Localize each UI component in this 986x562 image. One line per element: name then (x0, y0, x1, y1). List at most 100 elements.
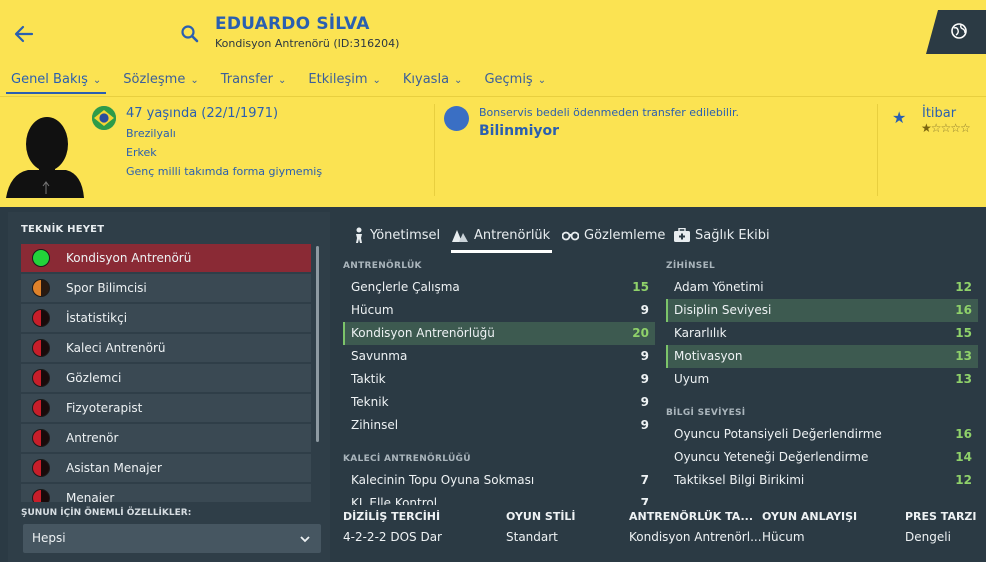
tab-coaching[interactable]: Antrenörlük (451, 219, 552, 253)
transfer-status-icon (444, 106, 469, 131)
attribute-row-highlighted[interactable]: Motivasyon 13 (666, 345, 978, 368)
medical-kit-icon (674, 228, 690, 242)
attribute-name: Disiplin Seviyesi (674, 303, 772, 317)
suitability-dot-icon (32, 309, 50, 327)
attribute-row[interactable]: Teknik 9 (343, 391, 655, 414)
attribute-name: Kondisyon Antrenörlüğü (351, 326, 495, 340)
pref-formation-label: DİZİLİŞ TERCİHİ (343, 510, 441, 523)
chevron-down-icon: ⌄ (92, 75, 102, 86)
chevron-down-icon: ⌄ (190, 75, 199, 86)
tab-management[interactable]: Yönetimsel (353, 219, 440, 251)
mental-attributes: Adam Yönetimi 12 Disiplin Seviyesi 16 Kara… (666, 276, 978, 391)
search-icon[interactable] (180, 24, 200, 44)
avatar-silhouette-icon (6, 117, 84, 198)
pref-pressing-value: Dengeli (905, 530, 951, 544)
gender: Erkek (126, 146, 157, 159)
attribute-name: Uyum (674, 372, 710, 386)
staff-item-label: Menajer (66, 491, 115, 502)
staff-panel: TEKNİK HEYET Kondisyon Antrenörü Spor Bi… (8, 212, 330, 562)
staff-item-physio[interactable]: Fizyoterapist (21, 394, 311, 422)
attribute-row[interactable]: Uyum 13 (666, 368, 978, 391)
attribute-row-highlighted[interactable]: Disiplin Seviyesi 16 (666, 299, 978, 322)
staff-item-sports-scientist[interactable]: Spor Bilimcisi (21, 274, 311, 302)
tab-compare[interactable]: Kıyasla ⌄ (392, 70, 474, 94)
attribute-name: Gençlerle Çalışma (351, 280, 460, 294)
attribute-row[interactable]: Oyuncu Potansiyeli Değerlendirme 16 (666, 423, 978, 446)
tab-interaction[interactable]: Etkileşim ⌄ (297, 70, 392, 94)
staff-item-scout[interactable]: Gözlemci (21, 364, 311, 392)
profile-header: EDUARDO SİLVA Kondisyon Antrenörü (ID:31… (0, 0, 986, 207)
attribute-value: 7 (640, 496, 649, 505)
tab-scouting[interactable]: Gözlemleme (562, 219, 665, 251)
pref-mentality-value: Hücum (762, 530, 805, 544)
figure-icon (356, 227, 362, 243)
pref-play-style-label: OYUN STİLİ (506, 510, 576, 523)
tab-overview[interactable]: Genel Bakış ⌄ (0, 70, 112, 94)
attribute-name: Kararlılık (674, 326, 727, 340)
attribute-name: Savunma (351, 349, 408, 363)
tab-label: Kıyasla (402, 72, 450, 87)
dropdown-value: Hepsi (32, 531, 66, 545)
attribute-row[interactable]: Hücum 9 (343, 299, 655, 322)
attribute-value: 13 (955, 349, 972, 363)
tab-history[interactable]: Geçmiş ⌄ (473, 70, 557, 94)
staff-item-analyst[interactable]: İstatistikçi (21, 304, 311, 332)
staff-item-fitness-coach[interactable]: Kondisyon Antrenörü (21, 244, 311, 272)
globe-button[interactable] (926, 10, 986, 54)
pref-mentality-label: OYUN ANLAYIŞI (762, 510, 858, 523)
attribute-row[interactable]: Savunma 9 (343, 345, 655, 368)
tab-transfer[interactable]: Transfer ⌄ (210, 70, 298, 94)
attribute-row[interactable]: KL Elle Kontrol 7 (343, 492, 655, 505)
staff-item-gk-coach[interactable]: Kaleci Antrenörü (21, 334, 311, 362)
staff-item-coach[interactable]: Antrenör (21, 424, 311, 452)
globe-icon (951, 23, 967, 39)
nationality[interactable]: Brezilyalı (126, 127, 322, 140)
staff-item-manager[interactable]: Menajer (21, 484, 311, 502)
chevron-down-icon: ⌄ (454, 75, 463, 86)
staff-list-scrollbar[interactable] (316, 246, 319, 442)
important-attributes-dropdown[interactable]: Hepsi (23, 524, 321, 553)
staff-item-label: Kondisyon Antrenörü (66, 251, 192, 265)
attribute-value: 14 (955, 450, 972, 464)
attribute-row[interactable]: Adam Yönetimi 12 (666, 276, 978, 299)
staff-item-assistant-manager[interactable]: Asistan Menajer (21, 454, 311, 482)
tab-contract[interactable]: Sözleşme ⌄ (112, 70, 209, 94)
tab-label: Yönetimsel (370, 227, 441, 243)
gk-coaching-attributes: Kalecinin Topu Oyuna Sokması 7 KL Elle Ko… (343, 469, 655, 505)
coaching-attributes: Gençlerle Çalışma 15 Hücum 9 Kondisyon Ant… (343, 276, 655, 437)
important-attributes-label: ŞUNUN İÇİN ÖNEMLİ ÖZELLİKLER: (21, 508, 192, 518)
attribute-name: Teknik (351, 395, 389, 409)
tab-medical[interactable]: Sağlık Ekibi (674, 219, 770, 251)
binoculars-icon (562, 231, 579, 241)
attribute-name: Adam Yönetimi (674, 280, 764, 294)
divider (434, 104, 435, 196)
age-birthdate: 47 yaşında (22/1/1971) (126, 106, 279, 121)
suitability-dot-icon (32, 249, 50, 267)
attribute-row[interactable]: Oyuncu Yeteneği Değerlendirme 14 (666, 446, 978, 469)
staff-item-label: Antrenör (66, 431, 119, 445)
knowledge-section-title: BİLGİ SEVİYESİ (666, 408, 746, 418)
attribute-row[interactable]: Gençlerle Çalışma 15 (343, 276, 655, 299)
reputation-stars: ★☆☆☆☆ (921, 121, 971, 135)
tab-label: Geçmiş (484, 72, 533, 87)
attribute-value: 9 (640, 395, 649, 409)
attribute-name: Hücum (351, 303, 394, 317)
staff-item-label: Asistan Menajer (66, 461, 162, 475)
attribute-row[interactable]: Kararlılık 15 (666, 322, 978, 345)
attribute-row[interactable]: Taktik 9 (343, 368, 655, 391)
tab-label: Genel Bakış (11, 72, 88, 87)
attribute-row[interactable]: Kalecinin Topu Oyuna Sokması 7 (343, 469, 655, 492)
reputation-label: İtibar (922, 106, 957, 121)
attribute-value: 16 (955, 303, 972, 317)
tab-label: Antrenörlük (474, 227, 551, 243)
cones-icon (452, 230, 468, 242)
tab-label: Sözleşme (123, 72, 186, 87)
knowledge-attributes: Oyuncu Potansiyeli Değerlendirme 16 Oyunc… (666, 423, 978, 492)
chevron-down-icon: ⌄ (372, 75, 381, 86)
attribute-name: KL Elle Kontrol (351, 496, 438, 505)
attribute-row[interactable]: Zihinsel 9 (343, 414, 655, 437)
pref-formation-value: 4-2-2-2 DOS Dar (343, 530, 442, 544)
attribute-row[interactable]: Taktiksel Bilgi Birikimi 12 (666, 469, 978, 492)
back-arrow-icon[interactable] (12, 22, 36, 46)
attribute-row-highlighted[interactable]: Kondisyon Antrenörlüğü 20 (343, 322, 655, 345)
